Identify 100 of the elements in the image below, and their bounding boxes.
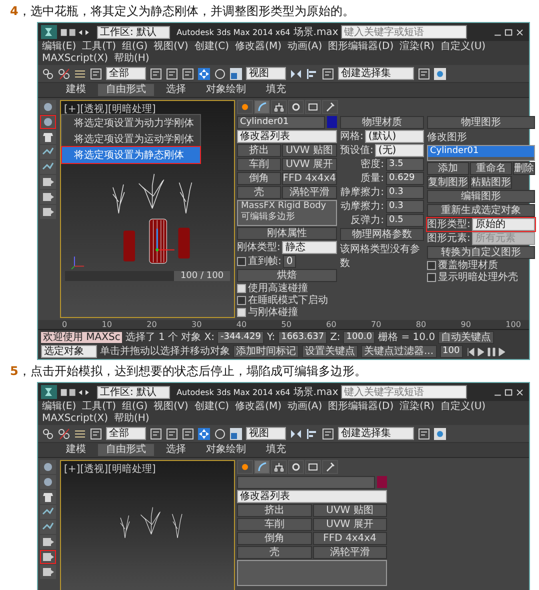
menu-item[interactable]: 工具(T) xyxy=(82,41,116,53)
menu-item[interactable]: 组(G) xyxy=(122,41,148,53)
shape-button[interactable]: 添加 xyxy=(427,162,469,175)
utilities-panel-tab[interactable] xyxy=(322,460,338,474)
menu-item[interactable]: 创建(C) xyxy=(194,41,230,53)
mirror-icon[interactable] xyxy=(290,428,302,440)
sphere-tool-button[interactable] xyxy=(40,475,56,489)
menu-item[interactable]: 渲染(R) xyxy=(400,41,434,53)
rollout-title[interactable]: 物理材质 xyxy=(340,116,424,129)
shirt-tool-button[interactable] xyxy=(40,490,56,504)
menu-item[interactable]: 帮助(H) xyxy=(114,413,150,425)
unlink-icon[interactable] xyxy=(58,428,70,440)
unlink-icon[interactable] xyxy=(58,68,70,80)
checkbox[interactable] xyxy=(427,261,436,270)
modifier-button[interactable]: UVW 展开 xyxy=(312,518,387,531)
display-panel-tab[interactable] xyxy=(305,100,321,114)
preset-dropdown[interactable]: (无) xyxy=(375,144,424,157)
modifier-button[interactable]: UVW 展开 xyxy=(282,158,337,171)
sphere-tool-button[interactable] xyxy=(40,115,56,129)
regenerate-button[interactable]: 重新生成选定对象 xyxy=(427,204,535,217)
ribbon-tab[interactable]: 建模 xyxy=(58,84,94,96)
rollout-title[interactable]: 刚体属性 xyxy=(237,227,337,240)
number-field[interactable]: 0.3 xyxy=(386,186,424,199)
modify-panel-tab[interactable] xyxy=(254,100,270,114)
search-field[interactable]: 键入关键字或短语 xyxy=(341,25,468,39)
rollout-title[interactable]: 物理网格参数 xyxy=(340,228,424,241)
menu-item[interactable]: 自定义(U) xyxy=(440,401,486,413)
shape-button[interactable]: 重命名 xyxy=(470,162,512,175)
scale-icon[interactable] xyxy=(230,428,242,440)
link-icon[interactable] xyxy=(42,428,54,440)
utilities-panel-tab[interactable] xyxy=(322,100,338,114)
render-icon[interactable] xyxy=(434,68,446,80)
create-panel-tab[interactable] xyxy=(237,100,253,114)
checkbox[interactable] xyxy=(237,296,246,305)
modifier-button[interactable]: 倒角 xyxy=(237,532,312,545)
object-color-swatch[interactable] xyxy=(377,476,387,488)
stack-item[interactable]: MassFX Rigid Body xyxy=(238,201,336,212)
modifier-button[interactable]: 车削 xyxy=(237,158,281,171)
selection-filter-dropdown[interactable]: 全部 xyxy=(106,427,146,440)
hierarchy-panel-tab[interactable] xyxy=(271,100,287,114)
number-field[interactable]: 0.3 xyxy=(386,200,424,213)
add-time-tag-button[interactable]: 添加时间标记 xyxy=(233,345,299,358)
modifier-button[interactable]: FFD 4x4x4 xyxy=(282,172,337,185)
ribbon-tab[interactable]: 选择 xyxy=(158,84,194,96)
object-color-swatch[interactable] xyxy=(327,116,337,128)
menu-item[interactable]: 自定义(U) xyxy=(440,41,486,53)
viewport[interactable]: [+][透视][明暗处理] 将选定项设置为动力学刚体 将选定项设置为运动学刚体 将选定项设置为静态刚体 100 / 100 xyxy=(60,100,235,318)
current-frame-field[interactable]: 100 xyxy=(440,345,463,358)
checkbox[interactable] xyxy=(237,257,246,266)
number-field[interactable]: 3.5 xyxy=(386,158,424,171)
align-icon[interactable] xyxy=(306,68,318,80)
key-filters-button[interactable]: 关键点过滤器... xyxy=(361,345,437,358)
menu-item[interactable]: 视图(V) xyxy=(154,401,188,413)
timeline-ruler[interactable]: 0 10 20 30 40 50 60 70 80 90 100 xyxy=(38,320,529,329)
maxscript-listener[interactable]: 欢迎使用 MAXSc xyxy=(41,332,122,343)
scale-icon[interactable] xyxy=(230,68,242,80)
auto-key-button[interactable]: 自动关键点 xyxy=(438,331,494,344)
menu-item[interactable]: 组(G) xyxy=(122,401,148,413)
bake-button[interactable]: 烘焙 xyxy=(237,269,337,282)
modifier-button[interactable]: 壳 xyxy=(237,546,312,559)
modifier-button[interactable]: UVW 贴图 xyxy=(282,144,337,157)
reference-coordinate-dropdown[interactable]: 视图 xyxy=(246,67,286,80)
menu-item[interactable]: 动画(A) xyxy=(288,41,322,53)
link-icon[interactable] xyxy=(42,68,54,80)
shape-type-dropdown[interactable]: 原始的 xyxy=(472,218,535,231)
playback-controls-icon[interactable] xyxy=(466,346,506,356)
viewport-label[interactable]: [+][透视][明暗处理] xyxy=(64,462,156,476)
modifier-button[interactable]: 倒角 xyxy=(237,172,281,185)
workspace-dropdown[interactable]: 工作区: 默认 xyxy=(97,26,170,38)
rotate-icon[interactable] xyxy=(214,68,226,80)
render-icon[interactable] xyxy=(434,428,446,440)
number-field[interactable]: 0.5 xyxy=(386,214,424,227)
menu-item[interactable]: 修改器(M) xyxy=(235,41,282,53)
align-icon[interactable] xyxy=(306,428,318,440)
ribbon-tab[interactable]: 对象绘制 xyxy=(198,84,254,96)
modifier-button[interactable]: 车削 xyxy=(237,518,312,531)
move-icon[interactable] xyxy=(198,68,210,80)
named-selection-dropdown[interactable]: 创建选择集 xyxy=(338,67,414,80)
named-selection-dropdown[interactable]: 创建选择集 xyxy=(338,427,414,440)
menu-item[interactable]: MAXScript(X) xyxy=(42,53,108,65)
move-icon[interactable] xyxy=(198,428,210,440)
mesh-dropdown[interactable]: (默认) xyxy=(365,130,424,143)
motion-panel-tab[interactable] xyxy=(288,100,304,114)
reference-coordinate-dropdown[interactable]: 视图 xyxy=(246,427,286,440)
menu-item[interactable]: MAXScript(X) xyxy=(42,413,108,425)
checkbox[interactable] xyxy=(237,284,246,293)
convert-button[interactable]: 转换为自定义图形 xyxy=(427,246,535,259)
menu-item[interactable]: 工具(T) xyxy=(82,401,116,413)
rigid-body-type-dropdown[interactable]: 静态 xyxy=(282,241,337,254)
modifier-list-dropdown[interactable]: 修改器列表 xyxy=(237,130,337,143)
ribbon-tab[interactable]: 填充 xyxy=(258,84,294,96)
y-field[interactable]: 1663.637 xyxy=(278,331,328,344)
rotate-icon[interactable] xyxy=(214,428,226,440)
menu-item[interactable]: 创建(C) xyxy=(194,401,230,413)
rollout-title[interactable]: 物理图形 xyxy=(427,116,535,129)
shape-button[interactable]: 删除 xyxy=(513,162,535,175)
viewport-label[interactable]: [+][透视][明暗处理] xyxy=(64,102,156,116)
modifier-button[interactable]: 挤出 xyxy=(237,504,312,517)
ribbon-tab[interactable]: 选择 xyxy=(158,444,194,456)
ribbon-tab[interactable]: 自由形式 xyxy=(98,84,154,96)
